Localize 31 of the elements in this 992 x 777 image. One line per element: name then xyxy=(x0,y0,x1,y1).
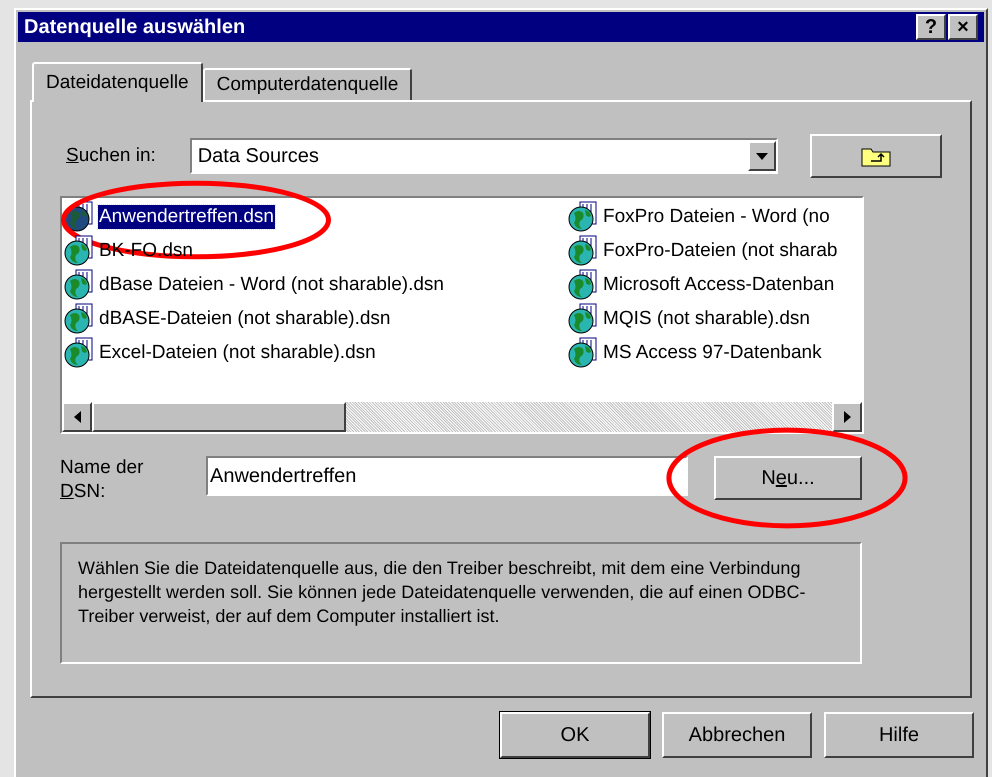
file-item[interactable]: MQIS (not sharable).dsn xyxy=(602,307,811,331)
tab[interactable]: Dateidatenquelle xyxy=(32,62,203,102)
new-button[interactable]: Neu... xyxy=(714,456,862,500)
folder-up-button[interactable] xyxy=(810,134,942,178)
file-item[interactable]: Anwendertreffen.dsn xyxy=(98,205,275,229)
title-bar-button[interactable]: ? xyxy=(916,14,946,40)
right-arrow-icon xyxy=(844,411,850,423)
left-arrow-icon xyxy=(74,411,80,423)
look-in-dropdown[interactable]: Data Sources xyxy=(190,138,778,174)
window-title: Datenquelle auswählen xyxy=(24,15,246,40)
description-text: Wählen Sie die Dateidatenquelle aus, die den Treiber beschreibt, mit dem eine Verbindung hergestellt werden soll. Sie können jede Dateidatenquelle verwenden, die auf einen ODBC-Treiber verweist, der auf dem Computer installiert ist. xyxy=(78,557,806,628)
file-item[interactable]: MS Access 97-Datenbank xyxy=(602,341,823,365)
scroll-right-button[interactable] xyxy=(832,402,862,432)
scrollbar-track[interactable] xyxy=(62,402,862,432)
file-item[interactable]: Excel-Dateien (not sharable).dsn xyxy=(98,341,377,365)
file-item[interactable]: dBase Dateien - Word (not sharable).dsn xyxy=(98,273,445,297)
file-item[interactable]: FoxPro Dateien - Word (no xyxy=(602,205,831,229)
title-bar-button[interactable]: × xyxy=(948,14,978,40)
dialog-button[interactable]: Abbrechen xyxy=(662,712,812,758)
dialog-button[interactable]: OK xyxy=(500,712,650,758)
file-item[interactable]: dBASE-Dateien (not sharable).dsn xyxy=(98,307,392,331)
look-in-label: Suchen in: xyxy=(65,144,157,168)
tab[interactable]: Computerdatenquelle xyxy=(202,68,412,100)
file-item[interactable]: Microsoft Access-Datenban xyxy=(602,273,836,297)
scroll-left-button[interactable] xyxy=(62,402,92,432)
dropdown-arrow-icon xyxy=(756,152,768,160)
dsn-name-field[interactable]: Anwendertreffen xyxy=(206,456,688,496)
file-item[interactable]: FoxPro-Dateien (not sharab xyxy=(602,239,838,263)
dialog-button[interactable]: Hilfe xyxy=(824,712,974,758)
scrollbar-thumb[interactable] xyxy=(92,402,346,432)
dsn-name-label: Name der DSN: xyxy=(60,456,144,504)
